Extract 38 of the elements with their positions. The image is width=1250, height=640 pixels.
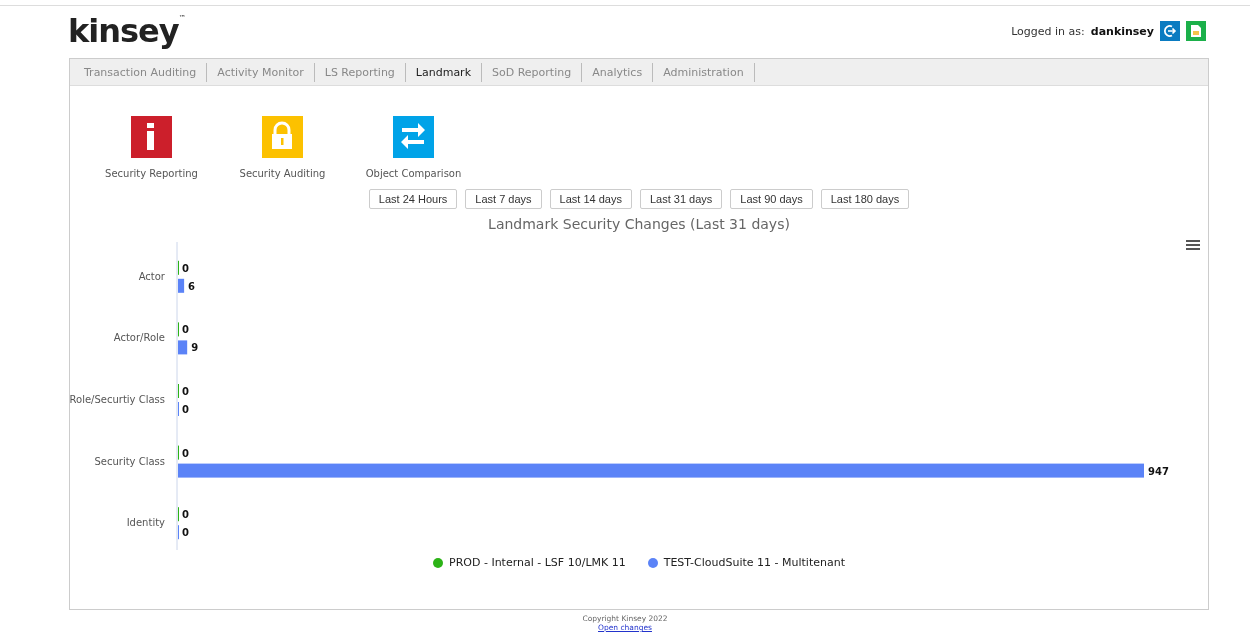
category-label: Role/Securtiy Class — [70, 394, 165, 405]
shortcut-link[interactable]: Object Comparison — [348, 116, 479, 179]
date-range-button[interactable]: Last 90 days — [730, 189, 813, 209]
document-icon — [1190, 24, 1202, 38]
category-label: Security Class — [94, 455, 165, 467]
data-label: 0 — [182, 527, 189, 539]
menu-button[interactable] — [1186, 239, 1200, 251]
nav-tab[interactable]: Landmark — [405, 62, 482, 82]
data-label: 9 — [191, 342, 199, 354]
date-range-button[interactable]: Last 14 days — [549, 189, 632, 209]
data-label: 0 — [182, 262, 189, 274]
legend-label[interactable]: PROD - Internal - LSF 10/LMK 11 — [449, 556, 626, 569]
category-label: Actor/Role — [113, 332, 165, 344]
username: dankinsey — [1090, 24, 1154, 38]
login-label: Logged in as: — [1011, 24, 1085, 38]
category-label: Actor — [138, 270, 165, 282]
legend-label[interactable]: TEST-CloudSuite 11 - Multitenant — [663, 556, 845, 569]
document-button[interactable] — [1186, 21, 1206, 41]
data-label: 0 — [182, 447, 189, 459]
data-label: 0 — [182, 324, 189, 336]
data-label: 947 — [1148, 465, 1169, 477]
logout-button[interactable] — [1160, 21, 1180, 41]
chart-title: Landmark Security Changes (Last 31 days) — [487, 216, 791, 232]
shortcut-link[interactable]: Security Auditing — [217, 116, 348, 179]
data-label: 0 — [182, 386, 189, 397]
date-range-button[interactable]: Last 180 days — [820, 189, 910, 209]
bar — [178, 340, 188, 355]
date-range-button[interactable]: Last 24 Hours — [368, 189, 458, 209]
data-label: 6 — [188, 280, 196, 292]
category-label: Identity — [126, 517, 165, 529]
data-label: 0 — [182, 404, 189, 415]
bar — [178, 278, 185, 293]
menu-icon — [1186, 239, 1200, 251]
logout-icon — [1163, 24, 1177, 38]
shortcut-link[interactable]: Security Reporting — [86, 116, 217, 179]
data-label: 0 — [182, 509, 189, 521]
date-range-button[interactable]: Last 7 days — [465, 189, 542, 209]
date-range-button[interactable]: Last 31 days — [639, 189, 723, 209]
